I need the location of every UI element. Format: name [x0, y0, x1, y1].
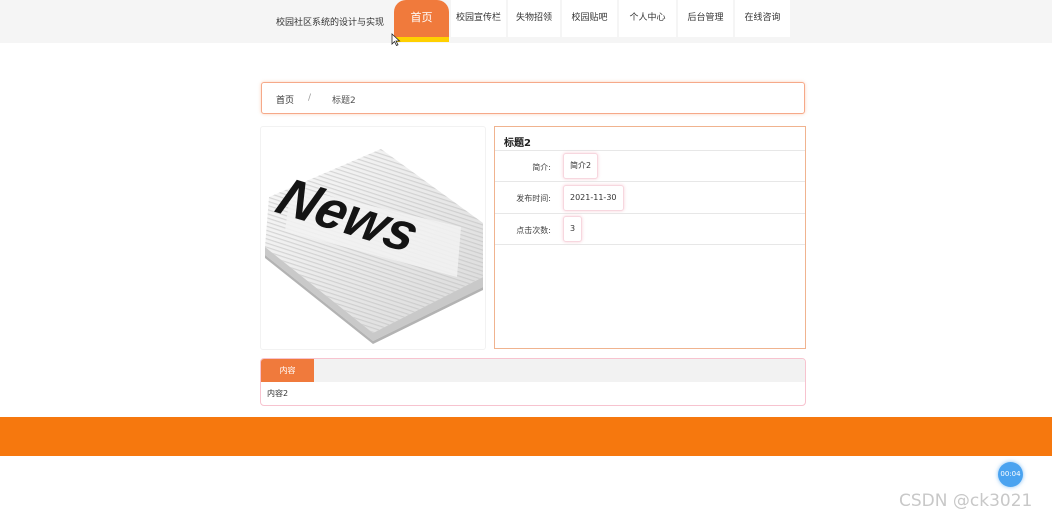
tab-content[interactable]: 内容	[261, 359, 314, 382]
detail-title: 标题2	[504, 138, 531, 149]
info-row-click-count: 点击次数: 3	[495, 213, 805, 245]
nav-item-admin[interactable]: 后台管理	[678, 0, 733, 37]
breadcrumb-separator: /	[308, 93, 312, 103]
info-value-summary: 简介2	[563, 153, 599, 179]
nav-item-online-consult[interactable]: 在线咨询	[735, 0, 790, 37]
info-label-summary: 简介:	[532, 163, 551, 172]
nav-item-campus-forum[interactable]: 校园贴吧	[562, 0, 617, 37]
site-title: 校园社区系统的设计与实现	[276, 18, 385, 28]
info-label-publish-time: 发布时间:	[516, 194, 551, 203]
nav-item-personal-center[interactable]: 个人中心	[619, 0, 676, 37]
info-row-summary: 简介: 简介2	[495, 150, 805, 182]
breadcrumb-current: 标题2	[332, 96, 356, 106]
top-nav-bar: 校园社区系统的设计与实现 首页 校园宣传栏 失物招领 校园贴吧 个人中心 后台管…	[0, 0, 1052, 46]
info-row-publish-time: 发布时间: 2021-11-30	[495, 181, 805, 214]
watermark-text: CSDN @ck3021	[899, 491, 1033, 511]
content-panel: 内容 内容2	[260, 358, 806, 406]
nav-item-campus-promo[interactable]: 校园宣传栏	[451, 0, 506, 37]
info-value-publish-time: 2021-11-30	[563, 185, 624, 211]
footer-band	[0, 417, 1052, 456]
info-label-click-count: 点击次数:	[516, 226, 551, 235]
content-tab-bar: 内容	[261, 359, 805, 382]
news-newspaper-image: News	[265, 149, 483, 344]
detail-info-panel: 标题2 简介: 简介2 发布时间: 2021-11-30 点击次数: 3	[494, 126, 806, 349]
nav-item-home[interactable]: 首页	[394, 0, 449, 37]
detail-image-panel: News	[260, 126, 486, 350]
content-text: 内容2	[267, 389, 289, 398]
info-row-divider	[495, 244, 805, 245]
nav-active-indicator	[394, 37, 449, 42]
recording-timer-badge[interactable]: 00:04	[998, 462, 1023, 487]
nav-item-lost-found[interactable]: 失物招领	[508, 0, 560, 37]
info-value-click-count: 3	[563, 216, 583, 242]
breadcrumb-home-link[interactable]: 首页	[276, 93, 294, 106]
mouse-cursor-icon	[391, 33, 401, 46]
breadcrumb: 首页 / 标题2	[261, 82, 805, 114]
